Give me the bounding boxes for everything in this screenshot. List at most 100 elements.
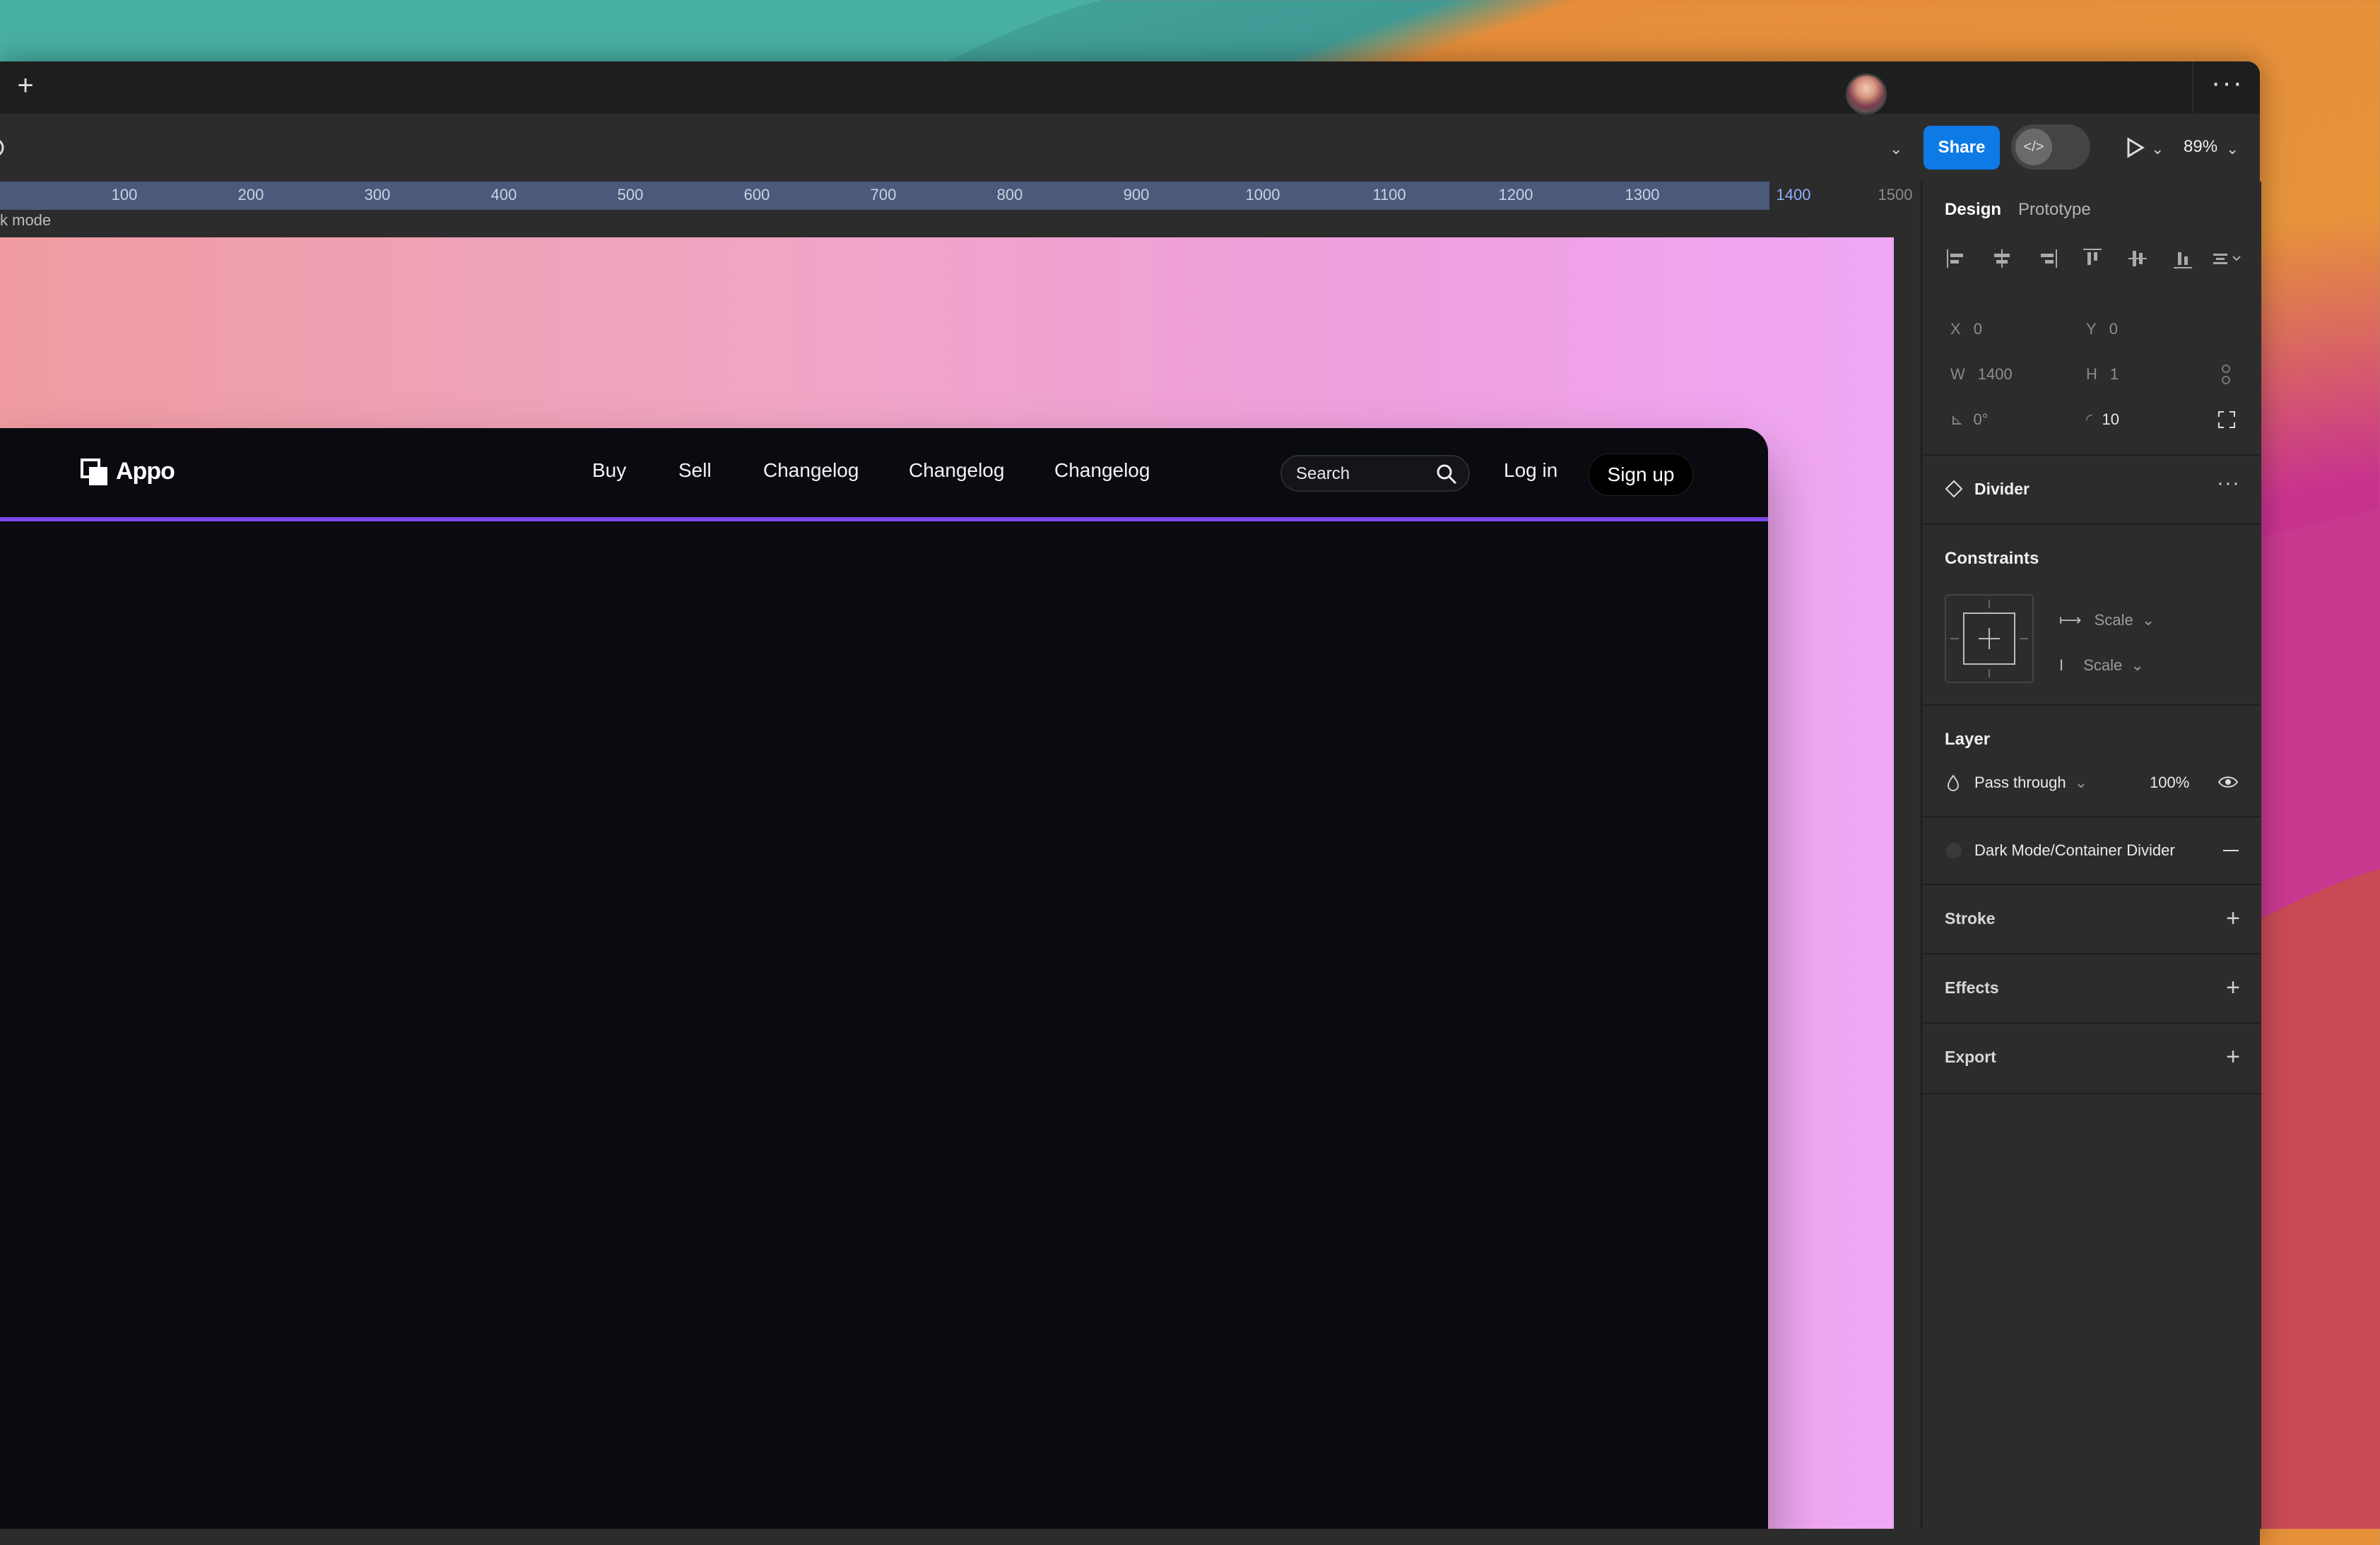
horizontal-constraint-select[interactable]: ⟼ Scale ⌄ bbox=[2059, 611, 2155, 629]
constraints-title: Constraints bbox=[1945, 549, 2039, 568]
align-right-icon[interactable] bbox=[2035, 247, 2059, 271]
effects-title: Effects bbox=[1945, 978, 1999, 997]
ruler-tick: 1000 bbox=[1245, 186, 1280, 203]
avatar-chevron-down-icon[interactable]: ⌄ bbox=[1890, 140, 1902, 158]
rotation-icon: ⊾ bbox=[1950, 410, 1964, 428]
component-section: Divider ··· bbox=[1922, 454, 2261, 525]
share-button[interactable]: Share bbox=[1924, 126, 2000, 170]
ruler-tick: 800 bbox=[996, 186, 1023, 203]
add-export-icon[interactable]: + bbox=[2226, 1045, 2240, 1069]
new-tab-button[interactable]: + bbox=[11, 71, 40, 100]
corner-radius-field[interactable]: ◜ 10 bbox=[2086, 410, 2119, 429]
constraints-section: Constraints ⟼ Scale ⌄ I Scale ⌄ bbox=[1922, 523, 2261, 706]
constrain-proportions-icon[interactable] bbox=[2219, 364, 2233, 385]
ruler-tick: 400 bbox=[490, 186, 517, 203]
width-field[interactable]: W 1400 bbox=[1950, 365, 2013, 384]
y-field[interactable]: Y0 bbox=[2086, 320, 2118, 338]
add-stroke-icon[interactable]: + bbox=[2226, 906, 2240, 930]
chevron-down-icon: ⌄ bbox=[2131, 656, 2144, 674]
x-field[interactable]: X0 bbox=[1950, 320, 1982, 338]
ruler-tick: 1500 bbox=[1878, 186, 1913, 203]
blend-mode-select[interactable]: Pass through ⌄ bbox=[1974, 774, 2087, 792]
tab-bar: + ··· bbox=[0, 61, 2260, 114]
search-placeholder: Search bbox=[1296, 464, 1350, 483]
align-vertical-center-icon[interactable] bbox=[2126, 247, 2150, 271]
tab-design[interactable]: Design bbox=[1945, 200, 2001, 220]
stroke-title: Stroke bbox=[1945, 909, 1996, 928]
export-section: Export + bbox=[1922, 1022, 2261, 1094]
ruler-tick: 600 bbox=[743, 186, 770, 203]
present-play-icon[interactable] bbox=[2124, 137, 2145, 158]
site-search-input[interactable]: Search bbox=[1280, 455, 1470, 492]
ruler-tick: 100 bbox=[111, 186, 138, 203]
code-icon: </> bbox=[2015, 129, 2052, 165]
ruler-tick: 1300 bbox=[1625, 186, 1660, 203]
layer-title: Layer bbox=[1945, 730, 1991, 749]
align-bottom-icon[interactable] bbox=[2171, 247, 2195, 271]
login-link[interactable]: Log in bbox=[1504, 459, 1557, 482]
eye-visibility-icon[interactable] bbox=[2217, 774, 2239, 791]
horizontal-ruler: 100 200 300 400 500 600 700 800 900 1000… bbox=[0, 182, 1921, 211]
search-icon bbox=[1437, 464, 1457, 485]
ruler-tick: 1100 bbox=[1372, 186, 1406, 203]
present-chevron-down-icon[interactable]: ⌄ bbox=[2151, 140, 2164, 158]
nav-link-sell[interactable]: Sell bbox=[678, 459, 712, 482]
layer-section: Layer Pass through ⌄ 100% bbox=[1922, 704, 2261, 817]
logo-text: Appo bbox=[116, 458, 175, 485]
component-more-icon[interactable]: ··· bbox=[2217, 471, 2240, 495]
ruler-tick: 900 bbox=[1123, 186, 1150, 203]
fill-swatch[interactable] bbox=[1946, 843, 1962, 858]
toolbar-left-icon[interactable] bbox=[0, 135, 10, 160]
stroke-section: Stroke + bbox=[1922, 884, 2261, 954]
constraints-widget[interactable] bbox=[1945, 594, 2034, 683]
frame-label[interactable]: k mode bbox=[0, 211, 51, 230]
site-navbar[interactable]: Appo Buy Sell Changelog Changelog Change… bbox=[0, 428, 1768, 519]
nav-link-buy[interactable]: Buy bbox=[592, 459, 626, 482]
ruler-tick: 500 bbox=[617, 186, 644, 203]
chevron-down-icon: ⌄ bbox=[2141, 611, 2155, 629]
align-left-icon[interactable] bbox=[1945, 247, 1969, 271]
nav-link-changelog[interactable]: Changelog bbox=[763, 459, 859, 482]
distribute-chevron-down-icon[interactable] bbox=[2212, 247, 2247, 271]
divider-line[interactable] bbox=[0, 517, 1768, 521]
ruler-tick: 300 bbox=[364, 186, 391, 203]
vertical-constraint-icon: I bbox=[2059, 656, 2064, 674]
toolbar bbox=[0, 114, 2260, 183]
dev-mode-toggle[interactable]: </> bbox=[2011, 124, 2090, 170]
align-horizontal-center-icon[interactable] bbox=[1990, 247, 2014, 271]
more-options-button[interactable]: ··· bbox=[2192, 61, 2260, 114]
signup-button[interactable]: Sign up bbox=[1589, 454, 1693, 496]
tab-prototype[interactable]: Prototype bbox=[2018, 200, 2091, 220]
independent-corners-icon[interactable] bbox=[2217, 410, 2236, 429]
nav-link-changelog[interactable]: Changelog bbox=[1054, 459, 1150, 482]
ruler-tick: 1200 bbox=[1498, 186, 1533, 203]
nav-link-changelog[interactable]: Changelog bbox=[909, 459, 1004, 482]
ruler-tick: 1400 bbox=[1776, 186, 1811, 203]
website-frame[interactable]: Appo Buy Sell Changelog Changelog Change… bbox=[0, 428, 1768, 1529]
effects-section: Effects + bbox=[1922, 953, 2261, 1024]
logo-mark-icon bbox=[81, 458, 107, 485]
add-effect-icon[interactable]: + bbox=[2226, 976, 2240, 1000]
user-avatar[interactable] bbox=[1846, 73, 1887, 114]
zoom-chevron-down-icon[interactable]: ⌄ bbox=[2226, 140, 2239, 158]
blend-mode-drop-icon bbox=[1947, 774, 1960, 791]
layer-opacity-field[interactable]: 100% bbox=[2150, 774, 2189, 792]
ruler-tick: 200 bbox=[237, 186, 264, 203]
component-name[interactable]: Divider bbox=[1974, 480, 2030, 499]
align-top-icon[interactable] bbox=[2080, 247, 2104, 271]
constraints-crosshair-icon bbox=[1950, 600, 2028, 677]
vertical-constraint-select[interactable]: I Scale ⌄ bbox=[2059, 656, 2144, 675]
site-logo[interactable]: Appo bbox=[81, 458, 175, 485]
zoom-level[interactable]: 89% bbox=[2184, 137, 2217, 157]
export-title: Export bbox=[1945, 1048, 1996, 1066]
design-canvas[interactable]: k mode Appo Buy Sell Changelog Changelog… bbox=[0, 210, 1921, 1529]
height-field[interactable]: H1 bbox=[2086, 365, 2119, 384]
rotation-field[interactable]: ⊾ 0° bbox=[1950, 410, 1988, 429]
corner-radius-icon: ◜ bbox=[2086, 410, 2092, 428]
fill-style-name[interactable]: Dark Mode/Container Divider bbox=[1974, 841, 2175, 860]
horizontal-constraint-icon: ⟼ bbox=[2059, 611, 2082, 629]
chevron-down-icon: ⌄ bbox=[2074, 774, 2088, 791]
properties-panel: Design Prototype X0 Y0 W 1400 H1 ⊾ 0° ◜ 10 … bbox=[1921, 182, 2261, 1529]
remove-fill-icon[interactable] bbox=[2223, 850, 2239, 851]
fill-section: Dark Mode/Container Divider bbox=[1922, 816, 2261, 885]
